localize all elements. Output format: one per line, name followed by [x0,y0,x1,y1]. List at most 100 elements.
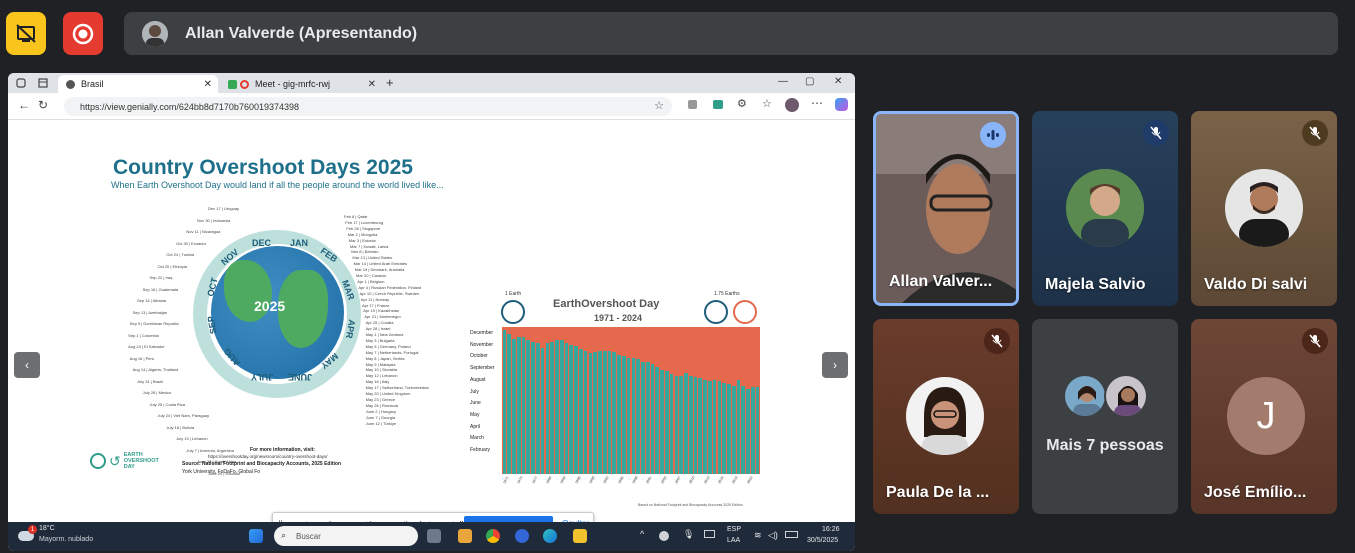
month-label: JAN [290,238,309,248]
clock-date[interactable]: 30/5/2025 [807,537,838,544]
chrome-icon[interactable] [486,529,500,543]
weather-widget[interactable]: 1 18°C Mayorm. nublado [8,522,108,551]
profile-icon[interactable] [785,98,799,112]
chevron-up-icon[interactable]: ^ [640,529,644,539]
volume-icon[interactable]: ◁) [768,530,778,541]
participant-tile-paula[interactable]: Paula De la ... [873,319,1019,514]
country-label: Oct 30 | Ecuador [176,240,207,246]
chart-bar [755,387,760,474]
country-label: Feb 26 | Singapore [346,225,381,231]
copilot-icon[interactable] [835,98,848,111]
close-icon[interactable]: ✕ [368,79,376,90]
star-icon[interactable]: ☆ [654,99,664,112]
chart-bar [707,381,712,474]
minimize-icon[interactable]: — [778,76,788,87]
tab-label: Brasil [81,79,104,89]
favorites-icon[interactable]: ☆ [762,97,772,110]
x-axis-label: 1980 [545,475,553,485]
country-label: Feb 8 | Qatar [344,214,368,219]
source-text-2: York University, FoDaFo, Global Fo [182,469,261,475]
chart-bar [540,347,545,474]
refresh-arrow-icon: ↺ [109,452,121,469]
next-slide-button[interactable]: › [822,352,848,378]
participant-name: Paula De la ... [886,484,990,501]
wifi-icon[interactable]: ≋ [754,530,762,541]
y-axis-label: November [470,341,494,348]
tab-actions-icon[interactable] [38,78,48,88]
country-label: Mar 20 | Canada [356,273,386,278]
y-axis-label: June [470,400,481,407]
mic-icon[interactable]: 🎙 [683,529,694,540]
x-axis-label: 2010 [688,475,696,485]
tab-meet[interactable]: Meet - gig-mrfc-rwj ✕ [222,75,382,93]
task-view-icon[interactable] [427,529,441,543]
cloud-sync-icon[interactable] [659,531,669,541]
new-tab-button[interactable]: + [386,75,394,90]
stop-presenting-button[interactable] [6,12,46,55]
country-label: Feb 17 | Luxembourg [345,219,384,225]
refresh-icon[interactable]: ↻ [38,98,48,112]
country-label: May 12 | Lebanon [365,373,398,379]
battery-icon[interactable] [785,531,798,538]
participant-tile-majela[interactable]: Majela Salvio [1032,111,1178,306]
participant-name: Allan Valver... [889,273,993,290]
chart-bar [655,366,660,474]
country-label: Sep 13 | Azerbaijan [132,309,168,315]
presenter-bar[interactable]: Allan Valverde (Apresentando) [124,12,1338,55]
participant-tile-valdo[interactable]: Valdo Di salvi [1191,111,1337,306]
start-icon[interactable] [249,529,263,543]
country-label: Mar 2 | Mongolia [347,231,378,237]
chart-bar [598,350,602,474]
taskbar-search[interactable]: ⌕ Buscar [274,526,418,546]
country-label: Mar 14 | United Arab Emirates [353,261,408,267]
y-axis-label: March [470,435,484,442]
chart-bar [688,375,693,474]
extension-icon[interactable] [688,100,697,109]
chart-bar [669,374,674,474]
participant-tile-more[interactable]: Mais 7 pessoas [1032,319,1178,514]
language-primary[interactable]: ESP [727,526,741,533]
x-axis-label: 2016 [717,475,725,485]
mic-off-icon [991,334,1003,348]
display-icon[interactable] [704,530,715,538]
participant-name: José Emílio... [1204,484,1307,501]
tab-brasil[interactable]: Brasil ✕ [58,75,218,93]
clock-time[interactable]: 16:26 [822,526,840,533]
extension-icon[interactable] [713,100,723,109]
menu-icon[interactable]: ⋯ [811,96,823,110]
chart-bar [526,340,531,474]
chart-bar [636,359,641,474]
country-label: Apr 10 | Czech Republic, Sweden [359,290,420,296]
country-label: Sep 22 | Iraq [149,275,173,280]
chart-bar [574,346,578,474]
chart-bar [612,352,617,474]
url-input[interactable]: https://view.genially.com/624bb8d7170b76… [64,97,672,116]
widgets-icon[interactable] [458,529,472,543]
audio-wave-icon [987,130,999,140]
close-window-icon[interactable]: ✕ [834,76,842,87]
workspaces-icon[interactable] [16,78,26,88]
avatar [906,377,984,455]
chart-bar [559,340,564,474]
prev-slide-button[interactable]: ‹ [14,352,40,378]
back-icon[interactable]: ← [18,98,30,112]
zoom-icon[interactable] [515,529,529,543]
puzzle-icon[interactable]: ⚙ [737,97,747,110]
chart-bar [535,343,540,474]
close-icon[interactable]: ✕ [204,79,212,90]
recording-button[interactable] [63,12,103,55]
participant-tile-allan[interactable]: Allan Valver... [873,111,1019,306]
country-label: Mar 8 | Bahrain [351,249,379,255]
participant-tile-jose[interactable]: J José Emílio... [1191,319,1337,514]
folder-icon[interactable] [573,529,587,543]
country-label: Sep 9 | Dominican Republic [129,321,179,326]
participant-name: Valdo Di salvi [1204,276,1308,293]
chart-bar [621,356,626,474]
maximize-icon[interactable]: ▢ [805,76,814,87]
mic-off-icon [1309,334,1321,348]
language-secondary[interactable]: LAA [727,537,740,544]
edge-icon[interactable] [543,529,557,543]
chart-bar [564,343,569,474]
country-label: Mar 7 | Kuwait, Latvia [350,243,389,249]
globe-year: 2025 [254,298,286,314]
